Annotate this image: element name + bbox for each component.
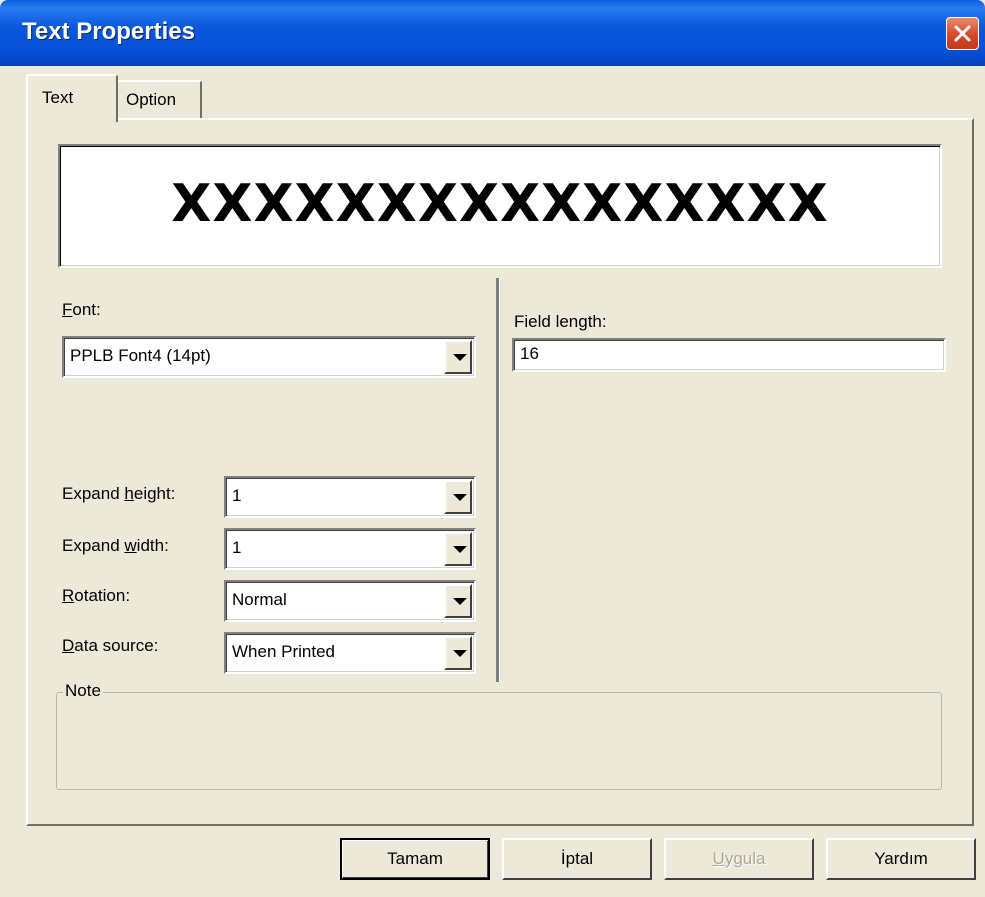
help-button[interactable]: Yardım (826, 838, 976, 880)
title-bar[interactable]: Text Properties (0, 0, 985, 66)
font-label: Font: (62, 300, 101, 319)
expand-width-label: Expand width: (62, 536, 169, 555)
close-button[interactable] (946, 17, 979, 50)
tab-text[interactable]: Text (26, 74, 118, 122)
chevron-down-icon[interactable] (444, 636, 472, 670)
chevron-down-icon[interactable] (444, 340, 472, 374)
rotation-value: Normal (232, 590, 287, 609)
tab-option-label: Option (126, 90, 177, 109)
note-label: Note (63, 681, 103, 701)
field-length-input[interactable]: 16 (512, 338, 946, 372)
rotation-select[interactable]: Normal (224, 580, 476, 622)
rotation-label: Rotation: (62, 586, 131, 605)
preview-text: XXXXXXXXXXXXXXXX (171, 174, 829, 234)
field-length-value: 16 (520, 344, 539, 363)
text-preview: XXXXXXXXXXXXXXXX (58, 144, 942, 268)
vertical-divider (496, 278, 500, 682)
font-select[interactable]: PPLB Font4 (14pt) (62, 336, 476, 378)
ok-button[interactable]: Tamam (340, 838, 490, 880)
window-title: Text Properties (22, 18, 195, 45)
text-properties-dialog: Text Properties Text Option XXXXXXXXXXXX… (0, 0, 985, 897)
chevron-down-icon[interactable] (444, 532, 472, 566)
data-source-select[interactable]: When Printed (224, 632, 476, 674)
font-value: PPLB Font4 (14pt) (70, 346, 211, 365)
field-length-label: Field length: (514, 312, 607, 331)
tab-text-label: Text (42, 88, 74, 107)
chevron-down-icon[interactable] (444, 584, 472, 618)
note-group: Note (56, 681, 942, 790)
data-source-value: When Printed (232, 642, 335, 661)
expand-width-value: 1 (232, 538, 242, 557)
expand-height-label: Expand height: (62, 484, 176, 503)
expand-height-select[interactable]: 1 (224, 476, 476, 518)
expand-height-value: 1 (232, 486, 242, 505)
chevron-down-icon[interactable] (444, 480, 472, 514)
tab-option[interactable]: Option (116, 80, 202, 118)
apply-button[interactable]: Uygula (664, 838, 814, 880)
cancel-button[interactable]: İptal (502, 838, 652, 880)
data-source-label: Data source: (62, 636, 159, 655)
expand-width-select[interactable]: 1 (224, 528, 476, 570)
